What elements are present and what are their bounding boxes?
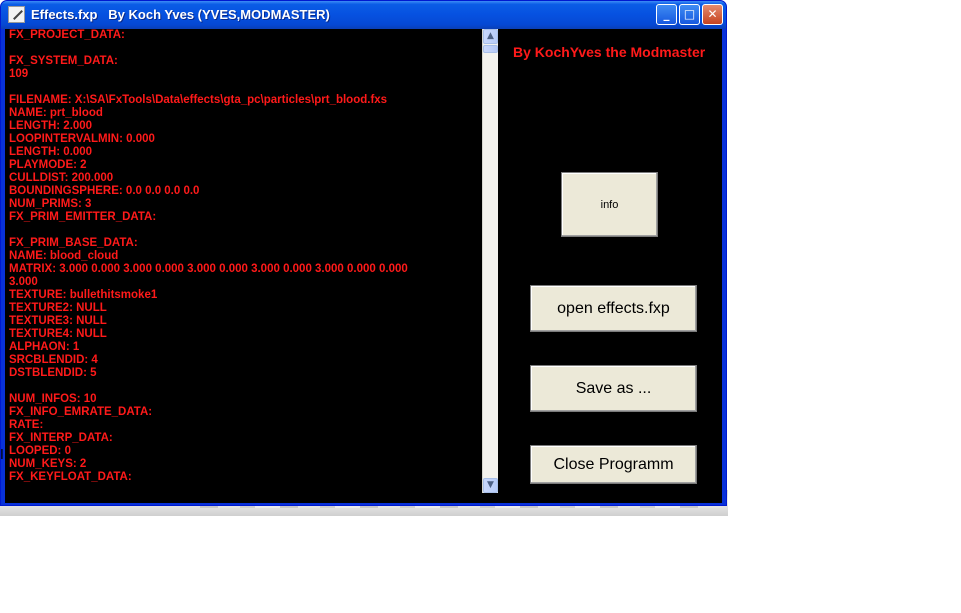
- client-area: FX_PROJECT_DATA: FX_SYSTEM_DATA: 109 FILENA…: [5, 29, 722, 503]
- editor-line: TEXTURE4: NULL: [9, 328, 107, 340]
- editor-line: 3.000: [9, 276, 38, 288]
- editor-line: FX_INTERP_DATA:: [9, 432, 113, 444]
- maximize-button[interactable]: □: [679, 4, 700, 25]
- scroll-up-button[interactable]: ▲: [483, 29, 498, 44]
- editor-line: TEXTURE3: NULL: [9, 315, 107, 327]
- editor-line: LOOPED: 0: [9, 445, 71, 457]
- editor-line: NAME: blood_cloud: [9, 250, 119, 262]
- scroll-down-button[interactable]: ▼: [483, 478, 498, 493]
- save-as-button[interactable]: Save as ...: [530, 365, 697, 412]
- editor-line: FX_PROJECT_DATA:: [9, 29, 125, 41]
- editor-line: TEXTURE2: NULL: [9, 302, 107, 314]
- app-window: Effects.fxp By Koch Yves (YVES,MODMASTER…: [0, 0, 727, 506]
- editor-line: RATE:: [9, 419, 44, 431]
- editor-line: FX_PRIM_EMITTER_DATA:: [9, 211, 157, 223]
- app-icon[interactable]: [8, 6, 25, 23]
- title-bar[interactable]: Effects.fxp By Koch Yves (YVES,MODMASTER…: [1, 1, 726, 29]
- editor-line: MATRIX: 3.000 0.000 3.000 0.000 3.000 0.…: [9, 263, 408, 275]
- editor-line: TEXTURE: bullethitsmoke1: [9, 289, 158, 301]
- editor-line: FX_SYSTEM_DATA:: [9, 55, 118, 67]
- close-programm-button[interactable]: Close Programm: [530, 445, 697, 484]
- author-credit: By KochYves the Modmaster: [513, 44, 706, 60]
- text-cursor-icon: I: [0, 448, 4, 463]
- vertical-scrollbar[interactable]: ▲ ▼: [482, 29, 498, 493]
- editor-line: LOOPINTERVALMIN: 0.000: [9, 133, 155, 145]
- editor-line: NUM_INFOS: 10: [9, 393, 97, 405]
- minimize-button[interactable]: _: [656, 4, 677, 25]
- editor-line: LENGTH: 2.000: [9, 120, 93, 132]
- editor-line: FX_INFO_EMRATE_DATA:: [9, 406, 153, 418]
- scroll-thumb[interactable]: [483, 45, 498, 53]
- editor-line: 109: [9, 68, 29, 80]
- close-window-button[interactable]: ✕: [702, 4, 723, 25]
- open-effects-button[interactable]: open effects.fxp: [530, 285, 697, 332]
- editor-line: FX_KEYFLOAT_DATA:: [9, 471, 132, 483]
- editor-line: FILENAME: X:\SA\FxTools\Data\effects\gta…: [9, 94, 388, 106]
- editor-line: PLAYMODE: 2: [9, 159, 87, 171]
- editor-line: BOUNDINGSPHERE: 0.0 0.0 0.0 0.0: [9, 185, 200, 197]
- editor-line: DSTBLENDID: 5: [9, 367, 97, 379]
- fx-text-editor[interactable]: FX_PROJECT_DATA: FX_SYSTEM_DATA: 109 FILENA…: [9, 29, 483, 495]
- editor-line: NUM_KEYS: 2: [9, 458, 87, 470]
- editor-line: FX_PRIM_BASE_DATA:: [9, 237, 138, 249]
- editor-line: LENGTH: 0.000: [9, 146, 93, 158]
- editor-line: SRCBLENDID: 4: [9, 354, 98, 366]
- editor-line: NUM_PRIMS: 3: [9, 198, 92, 210]
- editor-line: ALPHAON: 1: [9, 341, 80, 353]
- editor-line: NAME: prt_blood: [9, 107, 103, 119]
- info-button[interactable]: info: [561, 172, 658, 237]
- editor-line: CULLDIST: 200.000: [9, 172, 114, 184]
- window-title: Effects.fxp By Koch Yves (YVES,MODMASTER…: [31, 7, 330, 22]
